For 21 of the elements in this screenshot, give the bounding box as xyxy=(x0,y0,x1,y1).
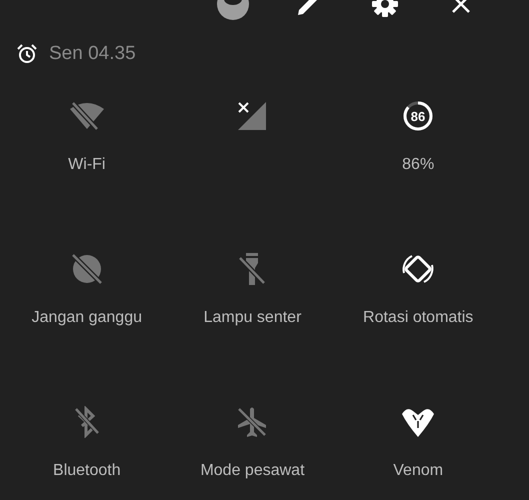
quick-setting-tile[interactable]: Rotasi otomatis xyxy=(335,253,501,337)
quick-setting-tile[interactable]: Bluetooth xyxy=(4,406,170,490)
quick-setting-tile[interactable]: Jangan ganggu xyxy=(4,253,170,337)
close-icon xyxy=(451,0,471,14)
tile-label: Wi-Fi xyxy=(68,156,106,174)
alarm-clock-icon xyxy=(17,44,37,64)
tile-label: Venom xyxy=(393,462,444,480)
quick-setting-tile[interactable]: 86 86% xyxy=(335,100,501,184)
battery-ring-icon xyxy=(404,102,433,130)
tile-label: Jangan ganggu xyxy=(32,309,142,327)
quick-setting-tile[interactable]: Mode pesawat xyxy=(170,406,336,490)
quick-setting-tile[interactable]: Lampu senter xyxy=(170,253,336,337)
tile-label: 86% xyxy=(402,156,434,174)
quick-setting-tile[interactable]: Wi-Fi xyxy=(4,100,170,184)
alarm-time: Sen 04.35 xyxy=(49,43,136,65)
tile-label: Mode pesawat xyxy=(200,462,305,480)
tile-label: Rotasi otomatis xyxy=(363,309,474,327)
battery-number: 86 xyxy=(410,109,426,124)
tile-label: Lampu senter xyxy=(204,309,302,327)
tile-label: Bluetooth xyxy=(53,462,121,480)
quick-setting-tile[interactable]: Venom xyxy=(335,406,501,490)
